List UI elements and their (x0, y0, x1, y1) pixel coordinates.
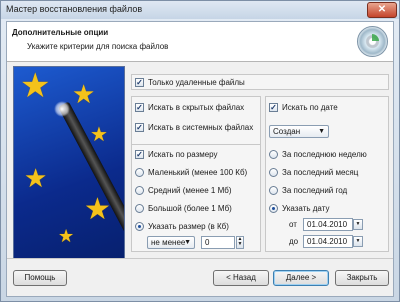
checkbox-label: Искать по размеру (148, 149, 218, 159)
magic-wand-banner: ★ ★ ★ ★ ★ ★ (13, 66, 125, 262)
chevron-down-icon: ▼ (184, 239, 191, 246)
checkbox-box: ✓ (135, 149, 144, 159)
page-subtitle: Укажите критерии для поиска файлов (27, 42, 169, 51)
radio-circle (135, 185, 144, 195)
wizard-window: Мастер восстановления файлов ✕ Дополните… (0, 0, 400, 302)
select-value: не менее (151, 238, 186, 247)
checkbox-label: Искать по дате (282, 102, 338, 112)
star-icon: ★ (58, 226, 75, 246)
next-button[interactable]: Далее > (273, 270, 329, 286)
checkbox-label: Искать в системных файлах (148, 122, 254, 132)
wizard-footer: Помощь < Назад Далее > Закрыть (7, 258, 393, 296)
star-icon: ★ (24, 163, 48, 193)
checkbox-box: ✓ (269, 102, 278, 112)
date-from-input[interactable]: 01.04.2010 (303, 218, 353, 231)
date-type-select[interactable]: Создан ▼ (269, 125, 329, 138)
date-last-month-radio[interactable]: За последний месяц (269, 166, 358, 178)
date-last-week-radio[interactable]: За последнюю неделю (269, 148, 367, 160)
wand-sparkle-icon (54, 101, 70, 117)
radio-circle (269, 149, 278, 159)
size-large-radio[interactable]: Большой (более 1 Мб) (135, 202, 232, 214)
spin-down-icon[interactable]: ▼ (237, 242, 243, 247)
chevron-down-icon: ▼ (318, 128, 325, 135)
star-icon: ★ (90, 124, 108, 146)
date-last-year-radio[interactable]: За последний год (269, 184, 347, 196)
size-small-radio[interactable]: Маленький (менее 100 Кб) (135, 166, 247, 178)
calendar-dropdown-icon[interactable]: ▼ (353, 219, 363, 230)
radio-label: За последний год (282, 185, 348, 195)
radio-circle (135, 203, 144, 213)
radio-label: Маленький (менее 100 Кб) (148, 167, 248, 177)
radio-circle (135, 221, 144, 231)
radio-label: За последний месяц (282, 167, 359, 177)
radio-label: Указать размер (в Кб) (148, 221, 229, 231)
radio-circle (269, 167, 278, 177)
size-spinner[interactable]: ▲ ▼ (236, 236, 244, 249)
window-title: Мастер восстановления файлов (6, 4, 143, 14)
close-button[interactable]: Закрыть (335, 270, 389, 286)
date-to-label: до (289, 237, 299, 246)
star-icon: ★ (84, 193, 111, 226)
radio-label: За последнюю неделю (282, 149, 367, 159)
radio-circle (135, 167, 144, 177)
title-bar: Мастер восстановления файлов ✕ (1, 1, 399, 19)
checkbox-label: Искать в скрытых файлах (148, 102, 245, 112)
search-by-size-checkbox[interactable]: ✓ Искать по размеру (135, 148, 218, 160)
size-value-input[interactable]: 0 (201, 236, 235, 249)
search-by-date-checkbox[interactable]: ✓ Искать по дате (269, 101, 338, 113)
wizard-client-area: Дополнительные опции Укажите критерии дл… (6, 21, 394, 297)
system-files-checkbox[interactable]: ✓ Искать в системных файлах (135, 121, 253, 133)
calendar-dropdown-icon[interactable]: ▼ (353, 236, 363, 247)
radio-label: Большой (более 1 Мб) (148, 203, 232, 213)
radio-label: Средний (менее 1 Мб) (148, 185, 232, 195)
size-medium-radio[interactable]: Средний (менее 1 Мб) (135, 184, 231, 196)
checkbox-box: ✓ (135, 122, 144, 132)
hidden-files-checkbox[interactable]: ✓ Искать в скрытых файлах (135, 101, 244, 113)
radio-label: Указать дату (282, 203, 330, 213)
size-comparator-select[interactable]: не менее ▼ (147, 236, 195, 249)
page-title: Дополнительные опции (12, 28, 109, 37)
radio-circle (269, 203, 278, 213)
checkbox-box: ✓ (135, 102, 144, 112)
back-button[interactable]: < Назад (213, 270, 269, 286)
date-to-input[interactable]: 01.04.2010 (303, 235, 353, 248)
wizard-header: Дополнительные опции Укажите критерии дл… (7, 22, 393, 62)
checkbox-box: ✓ (135, 77, 144, 87)
date-from-label: от (289, 220, 297, 229)
size-custom-radio[interactable]: Указать размер (в Кб) (135, 220, 229, 232)
checkbox-label: Только удаленные файлы (148, 77, 245, 87)
disc-check-icon (365, 34, 379, 48)
radio-circle (269, 185, 278, 195)
star-icon: ★ (20, 67, 51, 105)
only-deleted-checkbox[interactable]: ✓ Только удаленные файлы (135, 76, 245, 88)
date-custom-radio[interactable]: Указать дату (269, 202, 329, 214)
star-icon: ★ (72, 79, 96, 109)
select-value: Создан (273, 127, 301, 136)
window-close-button[interactable]: ✕ (367, 2, 397, 18)
help-button[interactable]: Помощь (13, 270, 67, 286)
